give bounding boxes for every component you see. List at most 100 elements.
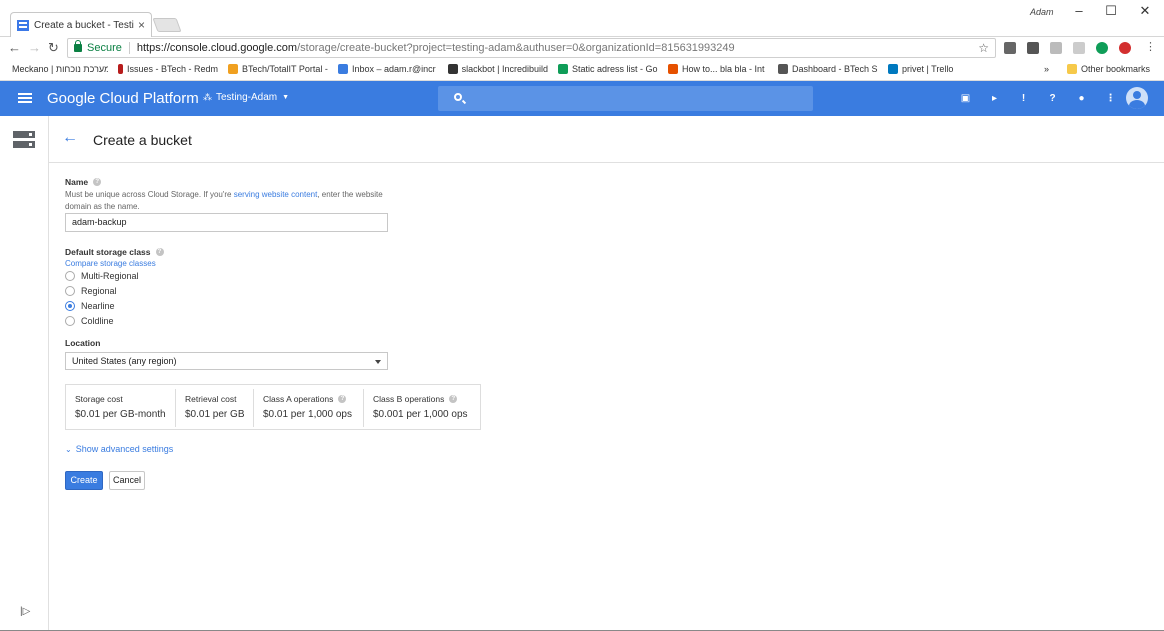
browser-tab-strip: Create a bucket - Testing × Adam – ☐ ✕: [0, 0, 1164, 37]
menu-icon[interactable]: [18, 93, 32, 103]
bookmark-item[interactable]: Meckano | מערכת נוכחות: [8, 64, 108, 74]
cancel-button[interactable]: Cancel: [109, 471, 145, 490]
name-label: Name ?: [65, 177, 565, 187]
url-host: https://console.cloud.google.com: [136, 42, 298, 54]
chevron-down-icon: [375, 360, 381, 364]
browser-tab[interactable]: Create a bucket - Testing ×: [10, 12, 152, 37]
radio-coldline[interactable]: Coldline: [65, 313, 164, 328]
extension-puzzle-icon[interactable]: [1073, 42, 1085, 54]
profile-name[interactable]: Adam: [1030, 7, 1054, 17]
radio-multi-regional[interactable]: Multi-Regional: [65, 268, 164, 283]
other-bookmarks[interactable]: Other bookmarks: [1067, 64, 1150, 74]
search-icon: [454, 93, 462, 101]
notifications-alert-icon[interactable]: !: [1018, 93, 1029, 104]
radio-regional[interactable]: Regional: [65, 283, 164, 298]
extension-red-icon[interactable]: [1119, 42, 1131, 54]
bookmark-item[interactable]: Dashboard - BTech S: [778, 64, 878, 74]
minimize-icon[interactable]: –: [1069, 3, 1089, 18]
radio-button[interactable]: [65, 285, 75, 296]
help-icon[interactable]: ?: [1047, 93, 1058, 104]
cloud-shell-icon[interactable]: ▸: [989, 93, 1000, 104]
chevron-down-icon: ▼: [282, 94, 290, 101]
radio-button[interactable]: [65, 315, 75, 326]
bookmark-star-icon[interactable]: ☆: [978, 41, 989, 55]
help-icon[interactable]: ?: [338, 395, 347, 403]
project-picker[interactable]: ⁂ Testing-Adam ▼: [203, 92, 289, 103]
project-icon: ⁂: [203, 92, 212, 102]
bookmark-item[interactable]: How to... bla bla - Int: [668, 64, 768, 74]
create-button[interactable]: Create: [65, 471, 103, 490]
help-icon[interactable]: ?: [155, 248, 164, 256]
storage-icon[interactable]: [13, 131, 35, 148]
bookmark-icon: [228, 64, 238, 74]
bookmark-icon: [668, 64, 678, 74]
location-select[interactable]: United States (any region): [65, 352, 388, 370]
extension-grammarly-icon[interactable]: [1096, 42, 1108, 54]
tab-close-icon[interactable]: ×: [138, 18, 145, 32]
radio-button[interactable]: [65, 270, 75, 281]
help-icon[interactable]: ?: [93, 178, 102, 186]
serving-website-content-link[interactable]: serving website content: [234, 190, 318, 199]
forward-icon[interactable]: →: [28, 40, 41, 55]
cost-cell-storage: Storage cost $0.01 per GB-month: [66, 389, 176, 427]
cost-cell-class-b: Class B operations? $0.001 per 1,000 ops: [373, 394, 468, 420]
bookmark-icon: [338, 64, 348, 74]
cost-cell-retrieval: Retrieval cost $0.01 per GB: [176, 389, 254, 427]
avatar[interactable]: [1126, 87, 1148, 109]
bucket-name-input[interactable]: adam-backup: [65, 213, 388, 232]
maximize-icon[interactable]: ☐: [1101, 3, 1121, 19]
search-input[interactable]: [438, 86, 813, 111]
cloud-storage-favicon-icon: [17, 19, 29, 31]
url-path: /storage/create-bucket?project=testing-a…: [297, 42, 735, 54]
page-title: Create a bucket: [93, 132, 192, 148]
left-rail: |▷: [0, 116, 49, 631]
bookmark-icon: [558, 64, 568, 74]
more-vert-icon[interactable]: ⋮: [1105, 93, 1116, 104]
chrome-menu-icon[interactable]: ⋮: [1145, 40, 1156, 53]
gift-icon[interactable]: ▣: [960, 93, 971, 104]
cost-cell-class-a: Class A operations? $0.01 per 1,000 ops: [254, 389, 364, 427]
form-actions: Create Cancel: [65, 471, 145, 490]
bookmark-item[interactable]: Static adress list - Go: [558, 64, 658, 74]
gcp-brand[interactable]: Google Cloud Platform: [47, 90, 199, 107]
bookmarks-overflow[interactable]: »: [1044, 64, 1049, 74]
lock-icon: [74, 40, 82, 52]
page-header: ← Create a bucket: [49, 116, 1164, 163]
bookmark-icon: [118, 64, 123, 74]
extension-cloud-icon[interactable]: [1050, 42, 1062, 54]
radio-nearline[interactable]: Nearline: [65, 298, 164, 313]
bookmark-icon: [888, 64, 898, 74]
chevron-double-down-icon: ⌄: [65, 444, 72, 454]
bookmark-icon: [778, 64, 788, 74]
radio-button-selected[interactable]: [65, 300, 75, 311]
browser-toolbar: ← → ↻ Secure https://console.cloud.googl…: [0, 37, 1164, 60]
back-icon[interactable]: ←: [8, 40, 21, 55]
bookmark-item[interactable]: BTech/TotalIT Portal -: [228, 64, 328, 74]
bookmark-item[interactable]: Inbox – adam.r@incr: [338, 64, 438, 74]
bookmark-item[interactable]: privet | Trello: [888, 64, 978, 74]
new-tab-button[interactable]: [152, 18, 182, 32]
compare-storage-classes-link[interactable]: Compare storage classes: [65, 259, 164, 268]
folder-icon: [1067, 64, 1077, 74]
back-arrow-icon[interactable]: ←: [62, 129, 78, 147]
show-advanced-settings-link[interactable]: ⌄ Show advanced settings: [65, 444, 173, 454]
secure-label: Secure: [87, 42, 130, 54]
extension-shield-icon[interactable]: [1027, 42, 1039, 54]
bookmark-item[interactable]: slackbot | Incredibuild: [448, 64, 548, 74]
bell-icon[interactable]: ●: [1076, 93, 1087, 104]
storage-class-section: Default storage class ? Compare storage …: [65, 247, 164, 328]
expand-rail-icon[interactable]: |▷: [20, 606, 30, 617]
bookmark-icon: [448, 64, 458, 74]
address-bar[interactable]: Secure https://console.cloud.google.com /…: [67, 38, 996, 58]
name-hint: Must be unique across Cloud Storage. If …: [65, 190, 383, 211]
cost-summary: Storage cost $0.01 per GB-month Retrieva…: [65, 384, 481, 430]
location-label: Location: [65, 338, 101, 348]
close-window-icon[interactable]: ✕: [1135, 3, 1155, 19]
extension-mail-icon[interactable]: [1004, 42, 1016, 54]
reload-icon[interactable]: ↻: [48, 40, 59, 56]
project-name: Testing-Adam: [216, 92, 278, 103]
help-icon[interactable]: ?: [449, 395, 458, 403]
bookmark-item[interactable]: Issues - BTech - Redm: [118, 64, 218, 74]
create-bucket-form: Name ? Must be unique across Cloud Stora…: [65, 177, 565, 490]
gcp-header: Google Cloud Platform ⁂ Testing-Adam ▼ ▣…: [0, 81, 1164, 116]
